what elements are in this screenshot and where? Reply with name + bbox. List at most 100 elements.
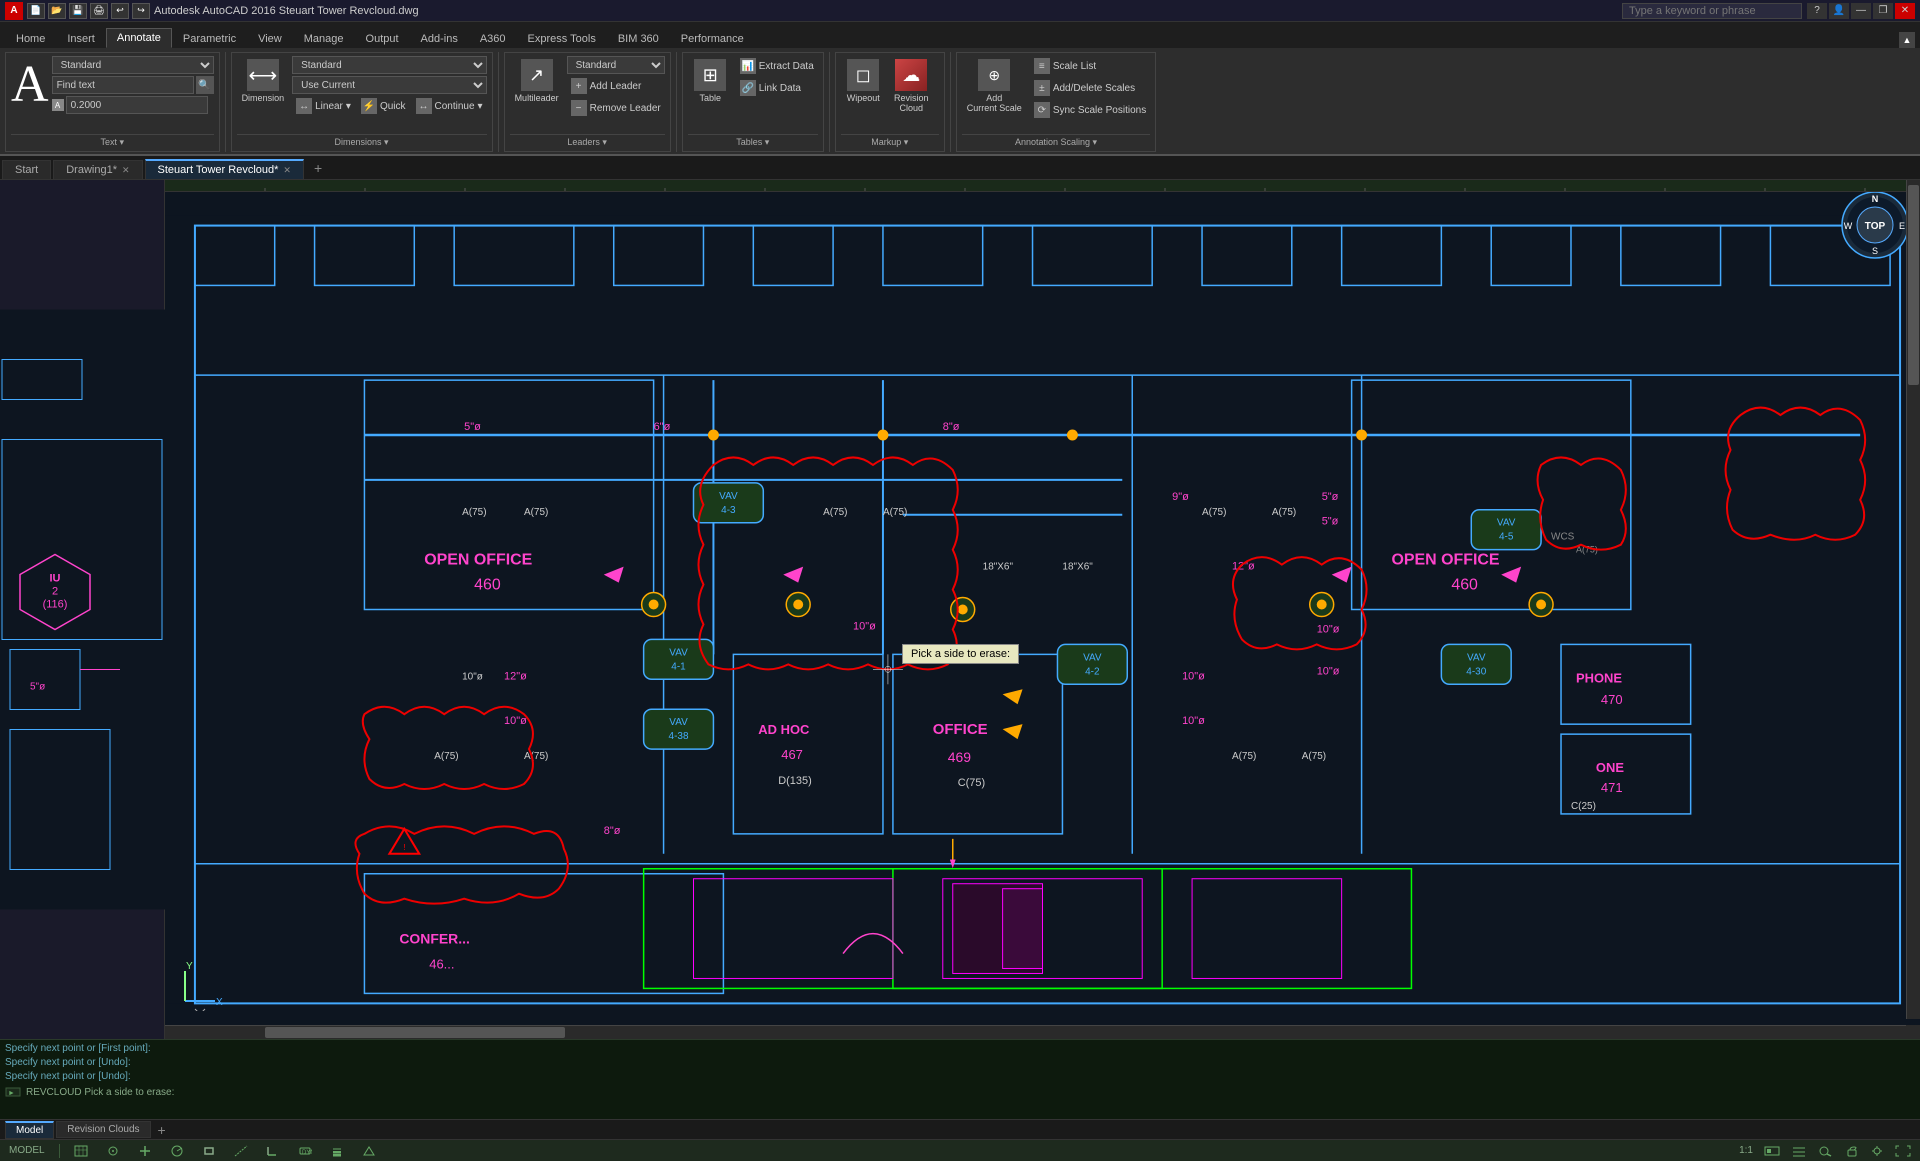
tab-output[interactable]: Output <box>355 29 410 48</box>
tab-manage[interactable]: Manage <box>293 29 355 48</box>
settings-btn[interactable] <box>1866 1145 1888 1157</box>
ortho-btn[interactable] <box>134 1145 156 1157</box>
lw-btn[interactable] <box>326 1145 348 1157</box>
add-delete-scales-btn[interactable]: ± Add/Delete Scales <box>1030 78 1150 98</box>
tab-home[interactable]: Home <box>5 29 56 48</box>
revision-cloud-large-btn[interactable]: ☁ RevisionCloud <box>889 56 934 116</box>
wipeout-large-btn[interactable]: ◻ Wipeout <box>841 56 886 106</box>
text-height-input[interactable] <box>66 96 208 114</box>
tab-addins[interactable]: Add-ins <box>410 29 469 48</box>
tables-sub: 📊 Extract Data 🔗 Link Data <box>736 56 818 98</box>
link-data-btn[interactable]: 🔗 Link Data <box>736 78 818 98</box>
multileader-large-btn[interactable]: ↗ Multileader <box>510 56 564 106</box>
dim-style-dropdown[interactable]: Standard <box>292 56 486 74</box>
vertical-scrollbar[interactable] <box>1906 180 1920 1019</box>
tab-add-btn[interactable]: + <box>306 157 330 179</box>
qat-save[interactable]: 💾 <box>69 3 87 19</box>
dimension-large-btn[interactable]: ⟷ Dimension <box>237 56 290 106</box>
qat-open[interactable]: 📂 <box>48 3 66 19</box>
tab-annotate[interactable]: Annotate <box>106 28 172 48</box>
tab-drawing1-close[interactable]: ✕ <box>122 165 130 176</box>
markup-group-label: Markup ▾ <box>841 134 939 148</box>
sign-in-btn[interactable]: 👤 <box>1829 3 1849 19</box>
ribbon-toggle[interactable]: ▲ <box>1899 32 1915 48</box>
revision-cloud-icon: ☁ <box>895 59 927 91</box>
tab-a360[interactable]: A360 <box>469 29 517 48</box>
tab-start[interactable]: Start <box>2 160 51 179</box>
tab-view[interactable]: View <box>247 29 293 48</box>
tab-expresstools[interactable]: Express Tools <box>517 29 607 48</box>
info-btn[interactable]: ? <box>1807 3 1827 19</box>
extract-data-btn[interactable]: 📊 Extract Data <box>736 56 818 76</box>
cmd-prompt-text: REVCLOUD Pick a side to erase: <box>26 1087 174 1098</box>
btab-model[interactable]: Model <box>5 1121 54 1139</box>
command-input[interactable] <box>179 1087 1915 1098</box>
tab-parametric[interactable]: Parametric <box>172 29 247 48</box>
close-btn[interactable]: ✕ <box>1895 3 1915 19</box>
text-style-dropdown[interactable]: Standard <box>52 56 214 74</box>
vscroll-thumb[interactable] <box>1908 185 1919 385</box>
grid-btn[interactable] <box>70 1145 92 1157</box>
svg-text:A(75): A(75) <box>1302 751 1326 762</box>
polar-btn[interactable] <box>166 1145 188 1157</box>
find-text-input[interactable] <box>52 76 194 94</box>
keyword-search[interactable] <box>1622 3 1802 19</box>
svg-text:5"ø: 5"ø <box>464 421 481 433</box>
cad-canvas[interactable]: OPEN OFFICE 460 OPEN OFFICE 460 AD HOC 4… <box>165 180 1920 1039</box>
annotation-scale[interactable]: 1:1 <box>1735 1145 1757 1156</box>
qat-undo[interactable]: ↩ <box>111 3 129 19</box>
qat-new[interactable]: 📄 <box>27 3 45 19</box>
quick-btn[interactable]: ⚡ Quick <box>357 96 410 116</box>
snap-btn[interactable] <box>102 1145 124 1157</box>
otrack-btn[interactable] <box>230 1145 252 1157</box>
continue-btn[interactable]: ↔ Continue▾ <box>412 96 487 116</box>
leaders-group-label: Leaders ▾ <box>510 134 665 148</box>
find-text-icon[interactable]: 🔍 <box>196 76 214 94</box>
table-large-btn[interactable]: ⊞ Table <box>688 56 733 106</box>
multiline-text-large-icon[interactable]: A <box>11 59 49 111</box>
zoom-btn[interactable] <box>1814 1145 1838 1157</box>
cmd-history-3: Specify next point or [Undo]: <box>5 1070 1915 1084</box>
ui-toggle-btn[interactable] <box>1787 1145 1811 1157</box>
qat-print[interactable]: 🖨 <box>90 3 108 19</box>
horizontal-scrollbar[interactable] <box>165 1025 1906 1039</box>
continue-label: Continue <box>435 101 475 112</box>
svg-text:5"ø: 5"ø <box>1322 516 1339 528</box>
btab-revcloud-label: Revision Clouds <box>67 1124 139 1135</box>
remove-leader-btn[interactable]: − Remove Leader <box>567 98 665 118</box>
add-current-scale-large-btn[interactable]: ⊕ AddCurrent Scale <box>962 56 1027 116</box>
tab-bim360[interactable]: BIM 360 <box>607 29 670 48</box>
hscroll-thumb[interactable] <box>265 1027 565 1038</box>
tp-btn[interactable] <box>358 1145 380 1157</box>
ucs-icon: X Y <box>180 961 230 1014</box>
minimize-btn[interactable]: — <box>1851 3 1871 19</box>
link-data-icon: 🔗 <box>740 80 756 96</box>
tab-insert[interactable]: Insert <box>56 29 106 48</box>
find-text-row: 🔍 <box>52 76 214 94</box>
ducs-btn[interactable] <box>262 1145 284 1157</box>
add-leader-btn[interactable]: + Add Leader <box>567 76 665 96</box>
tab-drawing1[interactable]: Drawing1* ✕ <box>53 160 142 179</box>
compass-svg: N E S W TOP <box>1840 190 1910 260</box>
restore-btn[interactable]: ❐ <box>1873 3 1893 19</box>
lock-btn[interactable] <box>1841 1145 1863 1157</box>
qat-redo[interactable]: ↪ <box>132 3 150 19</box>
leader-style-dropdown[interactable]: Standard <box>567 56 665 74</box>
osnap-btn[interactable] <box>198 1145 220 1157</box>
leaders-content: ↗ Multileader Standard + Add Leader − Re… <box>510 56 665 134</box>
fullscreen-btn[interactable] <box>1891 1145 1915 1157</box>
sync-scale-btn[interactable]: ⟳ Sync Scale Positions <box>1030 100 1150 120</box>
scale-list-btn[interactable]: ≡ Scale List <box>1030 56 1150 76</box>
btab-add[interactable]: + <box>153 1122 171 1138</box>
model-status-btn[interactable]: MODEL <box>5 1145 49 1156</box>
tab-steuart-close[interactable]: ✕ <box>283 165 291 176</box>
dyn-btn[interactable]: DYN <box>294 1145 316 1157</box>
tab-steuart[interactable]: Steuart Tower Revcloud* ✕ <box>145 159 304 179</box>
linear-btn[interactable]: ↔ Linear▾ <box>292 96 355 116</box>
dim-use-current[interactable]: Use Current <box>292 76 486 94</box>
workspace-btn[interactable] <box>1760 1145 1784 1157</box>
btab-revcloud[interactable]: Revision Clouds <box>56 1121 150 1138</box>
annoscale-group-label: Annotation Scaling ▾ <box>962 134 1150 148</box>
svg-text:►: ► <box>8 1090 15 1097</box>
tab-performance[interactable]: Performance <box>670 29 755 48</box>
